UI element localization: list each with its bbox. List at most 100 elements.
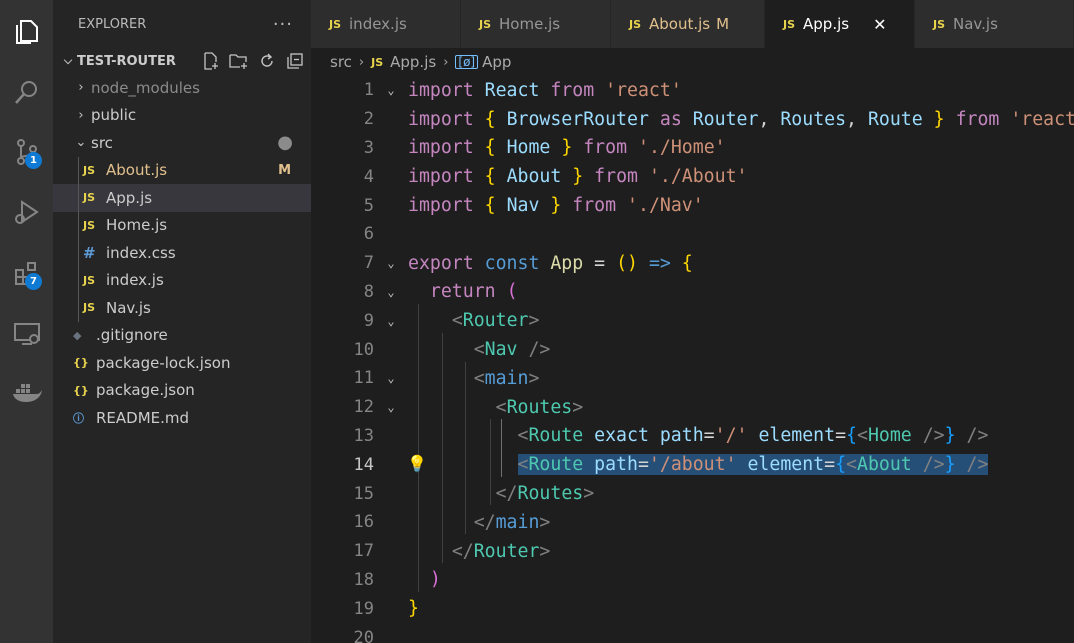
code-text: import { About } from './About' <box>408 166 748 188</box>
indent-guide <box>78 211 79 239</box>
chevron-right-icon: › <box>358 54 365 70</box>
code-line: 2 import { BrowserRouter as Router, Rout… <box>311 105 1074 134</box>
tree-item-label: .gitignore <box>96 326 168 345</box>
js-file-icon: JS <box>629 17 642 31</box>
tree-item-label: About.js <box>106 161 168 180</box>
code-line: 8 ⌄ return ( <box>311 278 1074 307</box>
breadcrumb-folder[interactable]: src <box>330 53 352 71</box>
code-line: 10 <Nav /> <box>311 335 1074 364</box>
tree-item-package-lock-json[interactable]: {} package-lock.json <box>53 349 311 377</box>
tree-item-index-css[interactable]: # index.css <box>53 239 311 267</box>
line-number: 8 <box>363 281 374 302</box>
line-number: 16 <box>353 512 374 533</box>
extensions-badge: 7 <box>25 273 42 290</box>
fold-icon[interactable]: ⌄ <box>374 314 408 328</box>
line-number: 15 <box>353 483 374 504</box>
fold-icon[interactable]: ⌄ <box>374 285 408 299</box>
code-line: 13 <Route exact path='/' element={<Home … <box>311 422 1074 451</box>
tab-label: index.js <box>349 15 407 33</box>
tree-item-gitignore[interactable]: ◆ .gitignore <box>53 322 311 350</box>
indent-guide <box>78 266 79 294</box>
project-name: TEST-ROUTER <box>77 53 176 69</box>
tree-item-label: public <box>91 106 137 125</box>
code-line: 4 import { About } from './About' <box>311 162 1074 191</box>
tab-label: App.js <box>803 15 850 33</box>
source-control-icon[interactable]: 1 <box>6 131 48 173</box>
code-text: </Routes> <box>495 483 595 505</box>
tree-item-package-json[interactable]: {} package.json <box>53 377 311 405</box>
code-text: <Nav /> <box>473 339 551 361</box>
js-file-icon: JS <box>933 17 946 31</box>
code-line: 5 import { Nav } from './Nav' <box>311 191 1074 220</box>
line-number: 4 <box>363 166 374 187</box>
line-number: 10 <box>353 339 374 360</box>
new-file-icon[interactable] <box>201 51 221 71</box>
code-text: <Route exact path='/' element={<Home />}… <box>517 425 989 447</box>
lightbulb-icon[interactable]: 💡 <box>407 454 427 473</box>
js-file-icon: JS <box>83 163 96 177</box>
tab-nav-js[interactable]: JS Nav.js <box>915 0 1074 48</box>
modified-badge: M <box>716 15 730 33</box>
code-text: <main> <box>473 367 540 389</box>
breadcrumb-symbol[interactable]: App <box>482 53 511 71</box>
tree-item-app-js[interactable]: JS App.js <box>53 184 311 212</box>
code-line: 1 ⌄ import React from 'react' <box>311 76 1074 105</box>
tree-item-about-js[interactable]: JS About.js M <box>53 156 311 184</box>
code-editor[interactable]: 1 ⌄ import React from 'react' 2 import {… <box>311 76 1074 643</box>
line-number: 13 <box>353 425 374 446</box>
fold-icon[interactable]: ⌄ <box>374 371 408 385</box>
tree-item-readme-md[interactable]: ⓘ README.md <box>53 404 311 432</box>
line-number: 3 <box>363 137 374 158</box>
line-number: 1 <box>363 80 374 101</box>
js-file-icon: JS <box>83 191 96 205</box>
code-text-selected: <Route path='/about' element={<About />}… <box>517 454 989 476</box>
new-folder-icon[interactable] <box>229 51 249 71</box>
tab-index-js[interactable]: JS index.js <box>311 0 461 48</box>
tree-item-label: package.json <box>96 381 195 400</box>
tab-app-js[interactable]: JS App.js ✕ <box>765 0 915 48</box>
line-number: 14 <box>353 454 374 475</box>
js-file-icon: JS <box>783 17 796 31</box>
code-line: 17 </Router> <box>311 537 1074 566</box>
code-text: <Routes> <box>495 396 584 418</box>
fold-icon[interactable]: ⌄ <box>374 400 408 414</box>
collapse-all-icon[interactable] <box>285 51 305 71</box>
code-text: <Router> <box>451 310 540 332</box>
more-actions-icon[interactable]: ··· <box>273 14 293 35</box>
extensions-icon[interactable]: 7 <box>6 252 48 294</box>
code-text: import React from 'react' <box>408 79 682 101</box>
js-file-icon: JS <box>479 17 492 31</box>
line-number: 5 <box>363 195 374 216</box>
close-icon[interactable]: ✕ <box>873 15 886 34</box>
line-number: 19 <box>353 598 374 619</box>
indent-guide <box>78 239 79 267</box>
js-file-icon: JS <box>83 218 96 232</box>
code-text: import { BrowserRouter as Router, Routes… <box>408 108 1074 130</box>
explorer-icon[interactable] <box>6 11 48 53</box>
js-file-icon: JS <box>83 273 96 287</box>
tree-item-node-modules[interactable]: › node_modules <box>53 74 311 102</box>
project-folder-row[interactable]: ⌵ TEST-ROUTER <box>53 48 311 74</box>
search-icon[interactable] <box>6 71 48 113</box>
remote-explorer-icon[interactable] <box>6 313 48 355</box>
tree-item-src[interactable]: ⌄ src ● <box>53 129 311 157</box>
docker-icon[interactable] <box>6 373 48 415</box>
chevron-right-icon: › <box>78 80 84 96</box>
code-line: 3 import { Home } from './Home' <box>311 134 1074 163</box>
fold-icon[interactable]: ⌄ <box>374 256 408 270</box>
tree-item-nav-js[interactable]: JS Nav.js <box>53 294 311 322</box>
activity-bar: 1 7 <box>0 0 53 643</box>
code-line: 16 </main> <box>311 508 1074 537</box>
run-debug-icon[interactable] <box>6 191 48 233</box>
tree-item-home-js[interactable]: JS Home.js <box>53 211 311 239</box>
tree-item-public[interactable]: › public <box>53 102 311 130</box>
code-text: import { Nav } from './Nav' <box>408 195 704 217</box>
code-line-current: 14 💡 <Route path='/about' element={<Abou… <box>311 450 1074 479</box>
refresh-icon[interactable] <box>257 51 277 71</box>
fold-icon[interactable]: ⌄ <box>374 83 408 97</box>
tab-about-js[interactable]: JS About.js M <box>611 0 765 48</box>
tab-home-js[interactable]: JS Home.js <box>461 0 611 48</box>
tree-item-index-js[interactable]: JS index.js <box>53 266 311 294</box>
line-number: 2 <box>363 109 374 130</box>
breadcrumb-file[interactable]: App.js <box>390 53 436 71</box>
